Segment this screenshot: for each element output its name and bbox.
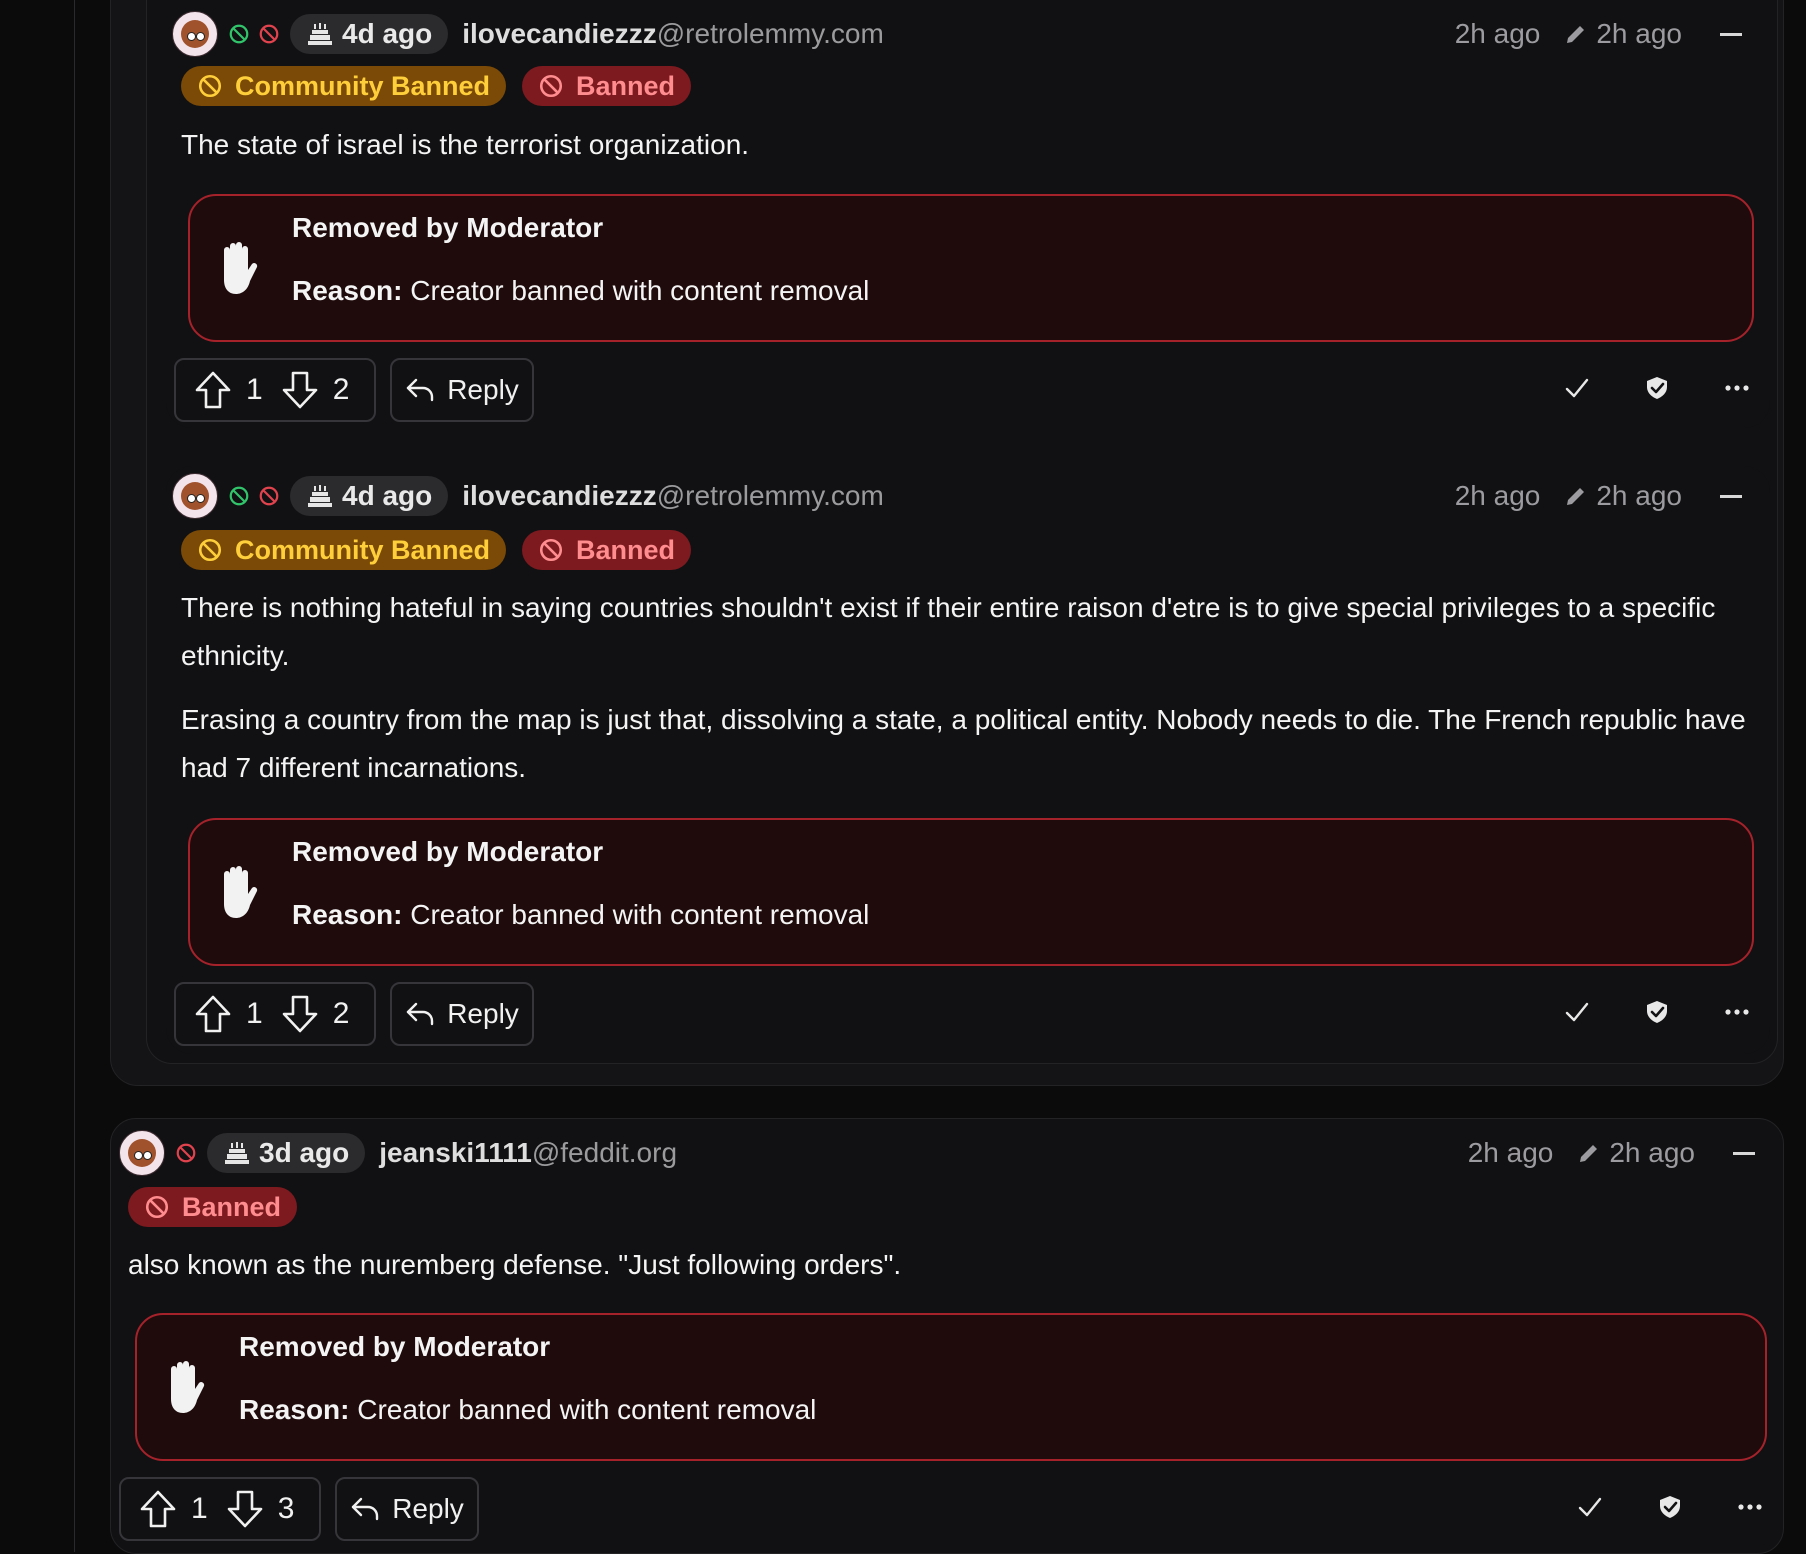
ban-icon xyxy=(228,485,250,507)
comment: 4d ago ilovecandiezzz@retrolemmy.com 2h … xyxy=(166,466,1770,1054)
ban-icon xyxy=(144,1194,170,1220)
downvote-button[interactable]: 2 xyxy=(263,984,349,1044)
edited-time: 2h ago xyxy=(1596,480,1682,511)
account-age-badge: 4d ago xyxy=(290,476,449,516)
ban-icon xyxy=(197,73,223,99)
collapse-icon[interactable] xyxy=(1720,494,1742,498)
shield-icon[interactable] xyxy=(1644,999,1670,1025)
pencil-icon xyxy=(1564,22,1588,46)
account-age-badge: 3d ago xyxy=(207,1133,366,1173)
ban-icon xyxy=(538,73,564,99)
edited-time: 2h ago xyxy=(1596,18,1682,49)
vote-buttons: 1 3 xyxy=(119,1477,321,1541)
collapse-icon[interactable] xyxy=(1720,32,1742,36)
cake-icon xyxy=(306,21,334,47)
collapse-icon[interactable] xyxy=(1733,1151,1755,1155)
removed-notice: Removed by Moderator Reason: Creator ban… xyxy=(188,194,1754,342)
avatar[interactable] xyxy=(172,473,218,519)
hand-icon xyxy=(216,864,260,920)
avatar[interactable] xyxy=(119,1130,165,1176)
check-icon[interactable] xyxy=(1564,375,1590,401)
community-banned-badge: Community Banned xyxy=(181,530,507,570)
hand-icon xyxy=(163,1359,207,1415)
upvote-icon xyxy=(194,370,232,410)
reply-icon xyxy=(405,1001,435,1027)
comment-body: The state of israel is the terrorist org… xyxy=(181,129,750,160)
removed-notice: Removed by Moderator Reason: Creator ban… xyxy=(188,818,1754,966)
more-icon[interactable] xyxy=(1724,375,1750,401)
ban-icon xyxy=(258,23,280,45)
username-link[interactable]: ilovecandiezzz@retrolemmy.com xyxy=(462,480,884,512)
upvote-button[interactable]: 1 xyxy=(121,1479,208,1539)
check-icon[interactable] xyxy=(1564,999,1590,1025)
reply-button[interactable]: Reply xyxy=(390,358,534,422)
banned-badge: Banned xyxy=(522,530,692,570)
cake-icon xyxy=(306,483,334,509)
ban-icon xyxy=(538,537,564,563)
ban-icon xyxy=(258,485,280,507)
vote-buttons: 1 2 xyxy=(174,358,376,422)
banned-badge: Banned xyxy=(128,1187,298,1227)
posted-time: 2h ago xyxy=(1454,480,1541,511)
upvote-icon xyxy=(194,994,232,1034)
ban-icon xyxy=(197,537,223,563)
downvote-button[interactable]: 2 xyxy=(263,360,349,420)
posted-time: 2h ago xyxy=(1454,18,1541,49)
vote-buttons: 1 2 xyxy=(174,982,376,1046)
reply-button[interactable]: Reply xyxy=(390,982,534,1046)
community-banned-badge: Community Banned xyxy=(181,66,507,106)
avatar[interactable] xyxy=(172,11,218,57)
pencil-icon xyxy=(1564,484,1588,508)
pencil-icon xyxy=(1577,1141,1601,1165)
account-age-badge: 4d ago xyxy=(290,14,449,54)
upvote-icon xyxy=(139,1489,177,1529)
removed-notice: Removed by Moderator Reason: Creator ban… xyxy=(135,1313,1767,1461)
downvote-icon xyxy=(226,1489,264,1529)
downvote-icon xyxy=(281,370,319,410)
reply-icon xyxy=(350,1496,380,1522)
check-icon[interactable] xyxy=(1577,1494,1603,1520)
downvote-button[interactable]: 3 xyxy=(208,1479,294,1539)
comment: 4d ago ilovecandiezzz@retrolemmy.com 2h … xyxy=(166,0,1770,428)
cake-icon xyxy=(223,1140,251,1166)
comment: 3d ago jeanski1111@feddit.org 2h ago 2h … xyxy=(110,1118,1784,1554)
reply-button[interactable]: Reply xyxy=(335,1477,479,1541)
edited-time: 2h ago xyxy=(1609,1137,1695,1168)
username-link[interactable]: jeanski1111@feddit.org xyxy=(379,1137,677,1169)
upvote-button[interactable]: 1 xyxy=(176,360,263,420)
ban-icon xyxy=(228,23,250,45)
username-link[interactable]: ilovecandiezzz@retrolemmy.com xyxy=(462,18,884,50)
comment-body: There is nothing hateful in saying count… xyxy=(181,592,1746,783)
comment-body: also known as the nuremberg defense. "Ju… xyxy=(128,1249,902,1280)
posted-time: 2h ago xyxy=(1467,1137,1554,1168)
reply-icon xyxy=(405,377,435,403)
downvote-icon xyxy=(281,994,319,1034)
banned-badge: Banned xyxy=(522,66,692,106)
ban-icon xyxy=(175,1142,197,1164)
more-icon[interactable] xyxy=(1737,1494,1763,1520)
upvote-button[interactable]: 1 xyxy=(176,984,263,1044)
hand-icon xyxy=(216,240,260,296)
shield-icon[interactable] xyxy=(1657,1494,1683,1520)
more-icon[interactable] xyxy=(1724,999,1750,1025)
thread-line xyxy=(74,0,75,1552)
shield-icon[interactable] xyxy=(1644,375,1670,401)
